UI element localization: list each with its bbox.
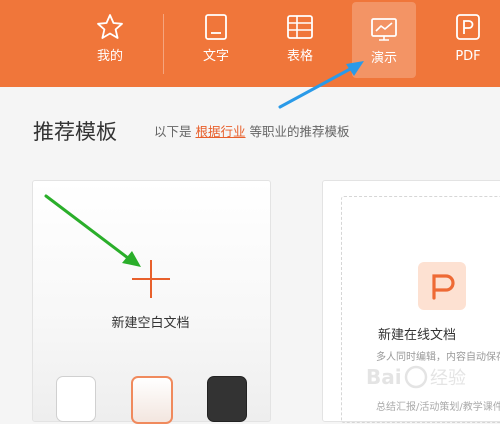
template-black-swatch[interactable] [207,376,247,422]
nav-label-presentation: 演示 [370,51,397,66]
nav-label-pdf: PDF [455,49,481,64]
presentation-icon [371,18,397,41]
nav-divider [163,14,164,74]
template-orange-swatch[interactable] [131,376,173,424]
new-online-document-label: 新建在线文档 [377,328,456,343]
top-nav-bar: 我的 文字 表格 演示 PDF [0,0,500,87]
star-icon [97,14,123,39]
online-doc-tile [418,262,466,310]
nav-item-spreadsheet[interactable]: 表格 [268,0,332,87]
page-subtitle: 以下是 根据行业 等职业的推荐模板 [154,123,350,141]
svg-text:Bai: Bai [366,365,402,389]
template-white-swatch[interactable] [56,376,96,422]
subtitle-suffix: 等职业的推荐模板 [249,124,350,139]
nav-item-pdf[interactable]: PDF [436,0,500,87]
plus-icon[interactable] [130,258,172,300]
pdf-p-icon [432,274,455,300]
nav-item-writer[interactable]: 文字 [184,0,248,87]
nav-label-spreadsheet: 表格 [286,49,313,64]
watermark-logo: Bai 经验 [366,365,466,389]
nav-label-writer: 文字 [202,49,229,64]
page-title: 推荐模板 [33,120,117,144]
nav-item-mine[interactable]: 我的 [78,0,142,87]
online-document-tags: 总结汇报/活动策划/教学课件 [376,402,500,413]
svg-text:经验: 经验 [430,368,466,389]
subtitle-prefix: 以下是 [154,124,192,139]
table-icon [287,15,313,39]
industry-link[interactable]: 根据行业 [196,124,246,139]
nav-label-mine: 我的 [96,49,123,64]
pdf-icon [456,14,480,40]
nav-item-presentation[interactable]: 演示 [352,2,416,78]
new-blank-document-label: 新建空白文档 [111,316,190,331]
document-icon [205,14,227,40]
